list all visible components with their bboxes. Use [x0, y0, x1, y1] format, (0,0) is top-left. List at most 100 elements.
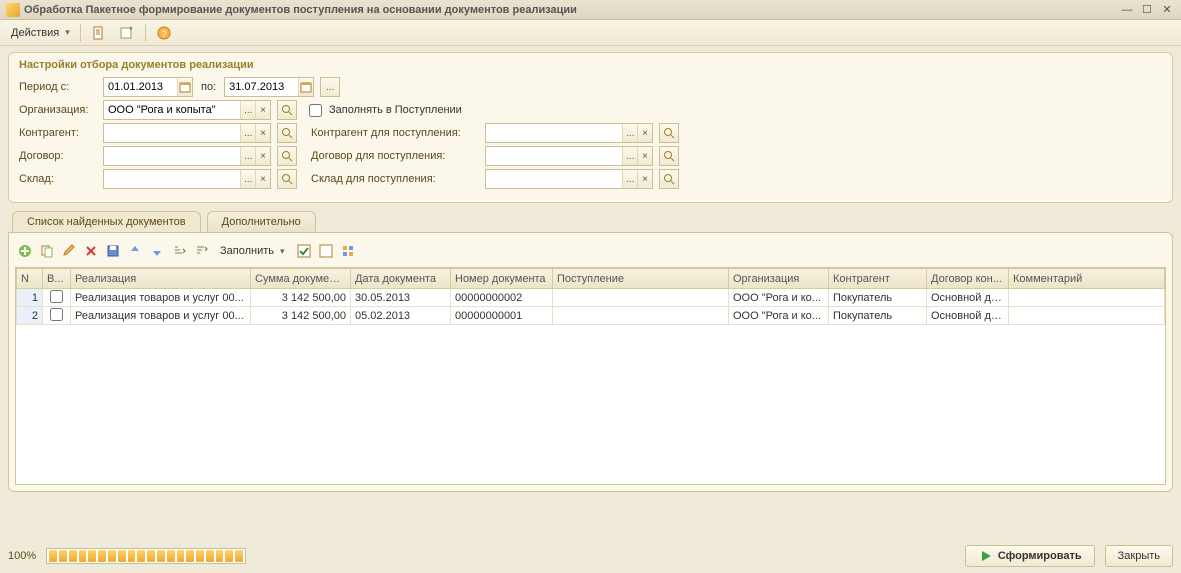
select-button[interactable]: ...	[240, 101, 255, 119]
cell-contract: Основной до...	[927, 307, 1009, 325]
contract-field[interactable]: ... ×	[103, 146, 271, 166]
row-checkbox[interactable]	[50, 308, 63, 321]
sort-asc-button[interactable]	[169, 241, 189, 261]
cell-comment	[1009, 307, 1165, 325]
fill-checkbox-label: Заполнять в Поступлении	[329, 104, 462, 116]
counterparty-receipt-field[interactable]: ... ×	[485, 123, 653, 143]
col-date[interactable]: Дата документа	[351, 269, 451, 289]
save-button[interactable]	[103, 241, 123, 261]
col-sum[interactable]: Сумма документа	[251, 269, 351, 289]
clear-button[interactable]: ×	[255, 101, 270, 119]
toolbar-separator	[80, 24, 81, 42]
clear-button[interactable]: ×	[637, 147, 652, 165]
settings-button[interactable]	[338, 241, 358, 261]
col-contract[interactable]: Договор кон...	[927, 269, 1009, 289]
table-header-row: N В... Реализация Сумма документа Дата д…	[17, 269, 1165, 289]
minimize-button[interactable]: —	[1119, 3, 1135, 17]
col-counterparty[interactable]: Контрагент	[829, 269, 927, 289]
col-real[interactable]: Реализация	[71, 269, 251, 289]
select-button[interactable]: ...	[240, 124, 255, 142]
cell-check[interactable]	[43, 307, 71, 325]
table-row[interactable]: 2Реализация товаров и услуг 00...3 142 5…	[17, 307, 1165, 325]
fill-checkbox[interactable]	[309, 104, 322, 117]
close-footer-button[interactable]: Закрыть	[1105, 545, 1173, 567]
cell-check[interactable]	[43, 289, 71, 307]
contract-receipt-field[interactable]: ... ×	[485, 146, 653, 166]
move-up-button[interactable]	[125, 241, 145, 261]
counterparty-field[interactable]: ... ×	[103, 123, 271, 143]
period-ext-button[interactable]: ...	[320, 77, 340, 97]
tab-additional[interactable]: Дополнительно	[207, 211, 316, 232]
progress-bar	[46, 548, 246, 564]
select-button[interactable]: ...	[622, 124, 637, 142]
org-field[interactable]: ... ×	[103, 100, 271, 120]
close-button[interactable]: ✕	[1159, 3, 1175, 17]
col-comment[interactable]: Комментарий	[1009, 269, 1165, 289]
form-button[interactable]: Сформировать	[965, 545, 1095, 567]
counterparty-receipt-input[interactable]	[486, 124, 622, 142]
help-button[interactable]: ?	[151, 23, 177, 43]
floppy-icon	[105, 243, 121, 259]
select-button[interactable]: ...	[240, 170, 255, 188]
col-docnum[interactable]: Номер документа	[451, 269, 553, 289]
date-from-field[interactable]	[103, 77, 193, 97]
warehouse-receipt-field[interactable]: ... ×	[485, 169, 653, 189]
clear-button[interactable]: ×	[255, 124, 270, 142]
edit-button[interactable]	[59, 241, 79, 261]
svg-text:?: ?	[161, 29, 166, 39]
clear-button[interactable]: ×	[637, 124, 652, 142]
contract-receipt-input[interactable]	[486, 147, 622, 165]
calendar-icon[interactable]	[298, 78, 313, 96]
contract-lookup-button[interactable]	[277, 146, 297, 166]
counterparty-lookup-button[interactable]	[277, 123, 297, 143]
copy-button[interactable]	[37, 241, 57, 261]
warehouse-receipt-lookup-button[interactable]	[659, 169, 679, 189]
table-row[interactable]: 1Реализация товаров и услуг 00...3 142 5…	[17, 289, 1165, 307]
check-all-button[interactable]	[294, 241, 314, 261]
clear-button[interactable]: ×	[255, 147, 270, 165]
plus-icon	[17, 243, 33, 259]
cell-docnum: 00000000002	[451, 289, 553, 307]
col-v[interactable]: В...	[43, 269, 71, 289]
contract-input[interactable]	[104, 147, 240, 165]
counterparty-receipt-lookup-button[interactable]	[659, 123, 679, 143]
list-toolbar: Заполнить	[15, 239, 1166, 263]
documents-table[interactable]: N В... Реализация Сумма документа Дата д…	[15, 267, 1166, 485]
org-input[interactable]	[104, 101, 240, 119]
uncheck-all-button[interactable]	[316, 241, 336, 261]
cell-date: 30.05.2013	[351, 289, 451, 307]
warehouse-receipt-input[interactable]	[486, 170, 622, 188]
warehouse-input[interactable]	[104, 170, 240, 188]
col-org[interactable]: Организация	[729, 269, 829, 289]
date-from-input[interactable]	[104, 78, 177, 96]
move-down-button[interactable]	[147, 241, 167, 261]
clear-button[interactable]: ×	[637, 170, 652, 188]
warehouse-lookup-button[interactable]	[277, 169, 297, 189]
contract-receipt-lookup-button[interactable]	[659, 146, 679, 166]
row-checkbox[interactable]	[50, 290, 63, 303]
select-button[interactable]: ...	[240, 147, 255, 165]
toolbar-btn-1[interactable]	[86, 23, 112, 43]
tab-documents[interactable]: Список найденных документов	[12, 211, 201, 232]
date-to-input[interactable]	[225, 78, 298, 96]
toolbar-separator	[145, 24, 146, 42]
select-button[interactable]: ...	[622, 147, 637, 165]
cell-contract: Основной до...	[927, 289, 1009, 307]
sort-desc-button[interactable]	[191, 241, 211, 261]
calendar-icon[interactable]	[177, 78, 192, 96]
toolbar-btn-2[interactable]	[114, 23, 140, 43]
col-n[interactable]: N	[17, 269, 43, 289]
delete-button[interactable]	[81, 241, 101, 261]
maximize-button[interactable]: ☐	[1139, 3, 1155, 17]
fill-menu[interactable]: Заполнить	[213, 241, 292, 261]
warehouse-field[interactable]: ... ×	[103, 169, 271, 189]
titlebar: Обработка Пакетное формирование документ…	[0, 0, 1181, 20]
select-button[interactable]: ...	[622, 170, 637, 188]
date-to-field[interactable]	[224, 77, 314, 97]
col-receipt[interactable]: Поступление	[553, 269, 729, 289]
add-button[interactable]	[15, 241, 35, 261]
clear-button[interactable]: ×	[255, 170, 270, 188]
actions-menu[interactable]: Действия	[6, 23, 75, 43]
org-lookup-button[interactable]	[277, 100, 297, 120]
counterparty-input[interactable]	[104, 124, 240, 142]
